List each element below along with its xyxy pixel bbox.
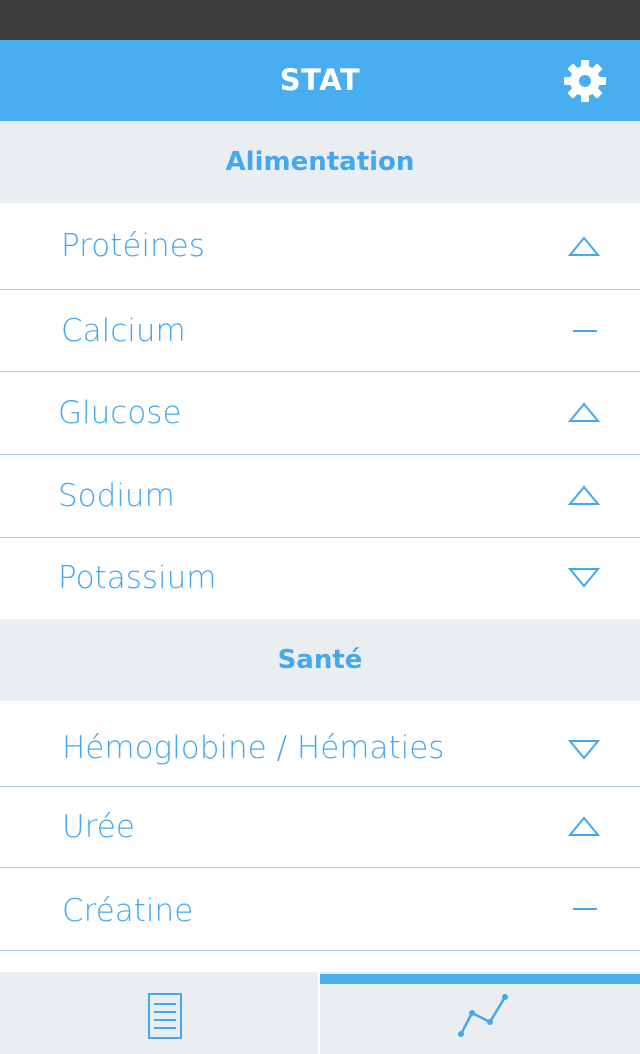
- list-item-label: Protéines: [61, 228, 205, 264]
- trend-flat-icon: [567, 318, 601, 344]
- trend-down-icon: [567, 736, 601, 762]
- list-item-calcium[interactable]: Calcium: [0, 290, 640, 372]
- section-header-sante: Santé: [0, 619, 640, 701]
- list-item-label: Glucose: [58, 395, 182, 431]
- list-item-label: Urée: [62, 809, 135, 845]
- list-item-label: Créatine: [62, 893, 194, 929]
- trend-up-icon: [567, 234, 601, 260]
- trend-up-icon: [567, 483, 601, 509]
- list-item-hemoglobine[interactable]: Hémoglobine / Hématies: [0, 701, 640, 787]
- trend-flat-icon: [567, 896, 601, 922]
- trend-up-icon: [567, 400, 601, 426]
- settings-button[interactable]: [562, 58, 608, 104]
- trend-up-icon: [567, 814, 601, 840]
- document-list-icon: [148, 993, 182, 1039]
- status-bar: [0, 0, 640, 40]
- list-item-creatine[interactable]: Créatine: [0, 868, 640, 951]
- list-item-potassium[interactable]: Potassium: [0, 538, 640, 619]
- list-item-glucose[interactable]: Glucose: [0, 372, 640, 455]
- gear-icon: [564, 60, 606, 102]
- list-item-label: Hémoglobine / Hématies: [62, 730, 445, 766]
- app-header: STAT: [0, 40, 640, 121]
- tab-stats[interactable]: [320, 972, 640, 1054]
- line-chart-icon: [458, 994, 508, 1037]
- list-item-uree[interactable]: Urée: [0, 787, 640, 868]
- tab-bar: [0, 972, 640, 1054]
- list-item-sodium[interactable]: Sodium: [0, 455, 640, 538]
- list-item-label: Calcium: [61, 313, 186, 349]
- list-item-proteines[interactable]: Protéines: [0, 203, 640, 290]
- list-item-label: Potassium: [58, 560, 217, 596]
- active-tab-indicator: [320, 974, 640, 984]
- trend-down-icon: [567, 564, 601, 590]
- list-item-label: Sodium: [58, 478, 175, 514]
- tab-list[interactable]: [0, 972, 318, 1054]
- section-header-alimentation: Alimentation: [0, 121, 640, 203]
- page-title: STAT: [279, 63, 361, 97]
